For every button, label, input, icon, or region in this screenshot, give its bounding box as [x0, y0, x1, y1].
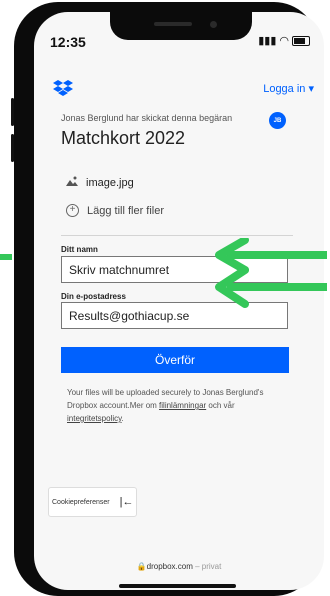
email-label: Din e-postadress: [61, 292, 126, 301]
signal-icon: ▮▮▮: [258, 35, 277, 47]
status-icons: ▮▮▮ ◠: [258, 34, 310, 47]
add-more-files-button[interactable]: + Lägg till fler filer: [66, 204, 164, 217]
arrow-to-email-field: [215, 266, 327, 308]
add-more-files-label: Lägg till fler filer: [87, 204, 165, 217]
request-sender-text: Jonas Berglund har skickat denna begäran: [61, 113, 233, 123]
battery-icon: [292, 35, 310, 46]
cookie-preferences-button[interactable]: Cookiepreferenser |←: [48, 487, 137, 517]
name-label: Ditt namn: [61, 245, 98, 254]
login-link[interactable]: Logga in ▾: [263, 82, 314, 95]
avatar: JB: [269, 112, 286, 129]
wifi-icon: ◠: [279, 35, 289, 47]
upload-notice: Your files will be uploaded securely to …: [67, 386, 289, 425]
left-edge-arrow-stub: [0, 254, 12, 260]
speaker: [154, 22, 192, 26]
image-file-icon: [66, 176, 78, 189]
uploaded-file-name: image.jpg: [86, 176, 134, 189]
footer-domain: dropbox.com: [146, 562, 193, 571]
camera: [210, 21, 217, 28]
notch: [110, 12, 252, 40]
volume-up-button: [11, 98, 14, 126]
upload-notice-mid: och vår: [206, 401, 235, 410]
lock-icon: 🔒: [136, 562, 147, 571]
volume-down-button: [11, 134, 14, 162]
footer-suffix: – privat: [192, 562, 222, 571]
footer: 🔒dropbox.com – privat: [34, 562, 324, 571]
divider: [61, 235, 293, 236]
home-indicator: [119, 584, 236, 588]
submit-button[interactable]: Överför: [61, 347, 289, 373]
page-title: Matchkort 2022: [61, 128, 186, 148]
plus-circle-icon: +: [66, 204, 79, 217]
collapse-left-icon[interactable]: |←: [120, 496, 134, 508]
status-time: 12:35: [50, 34, 86, 50]
upload-notice-end: .: [121, 414, 124, 423]
dropbox-logo[interactable]: [52, 80, 74, 103]
privacy-policy-link[interactable]: integritetspolicy: [67, 414, 122, 423]
cookie-preferences-label: Cookiepreferenser: [52, 498, 110, 506]
uploaded-file-item: image.jpg: [66, 176, 134, 189]
file-submissions-link[interactable]: filinlämningar: [159, 401, 206, 410]
